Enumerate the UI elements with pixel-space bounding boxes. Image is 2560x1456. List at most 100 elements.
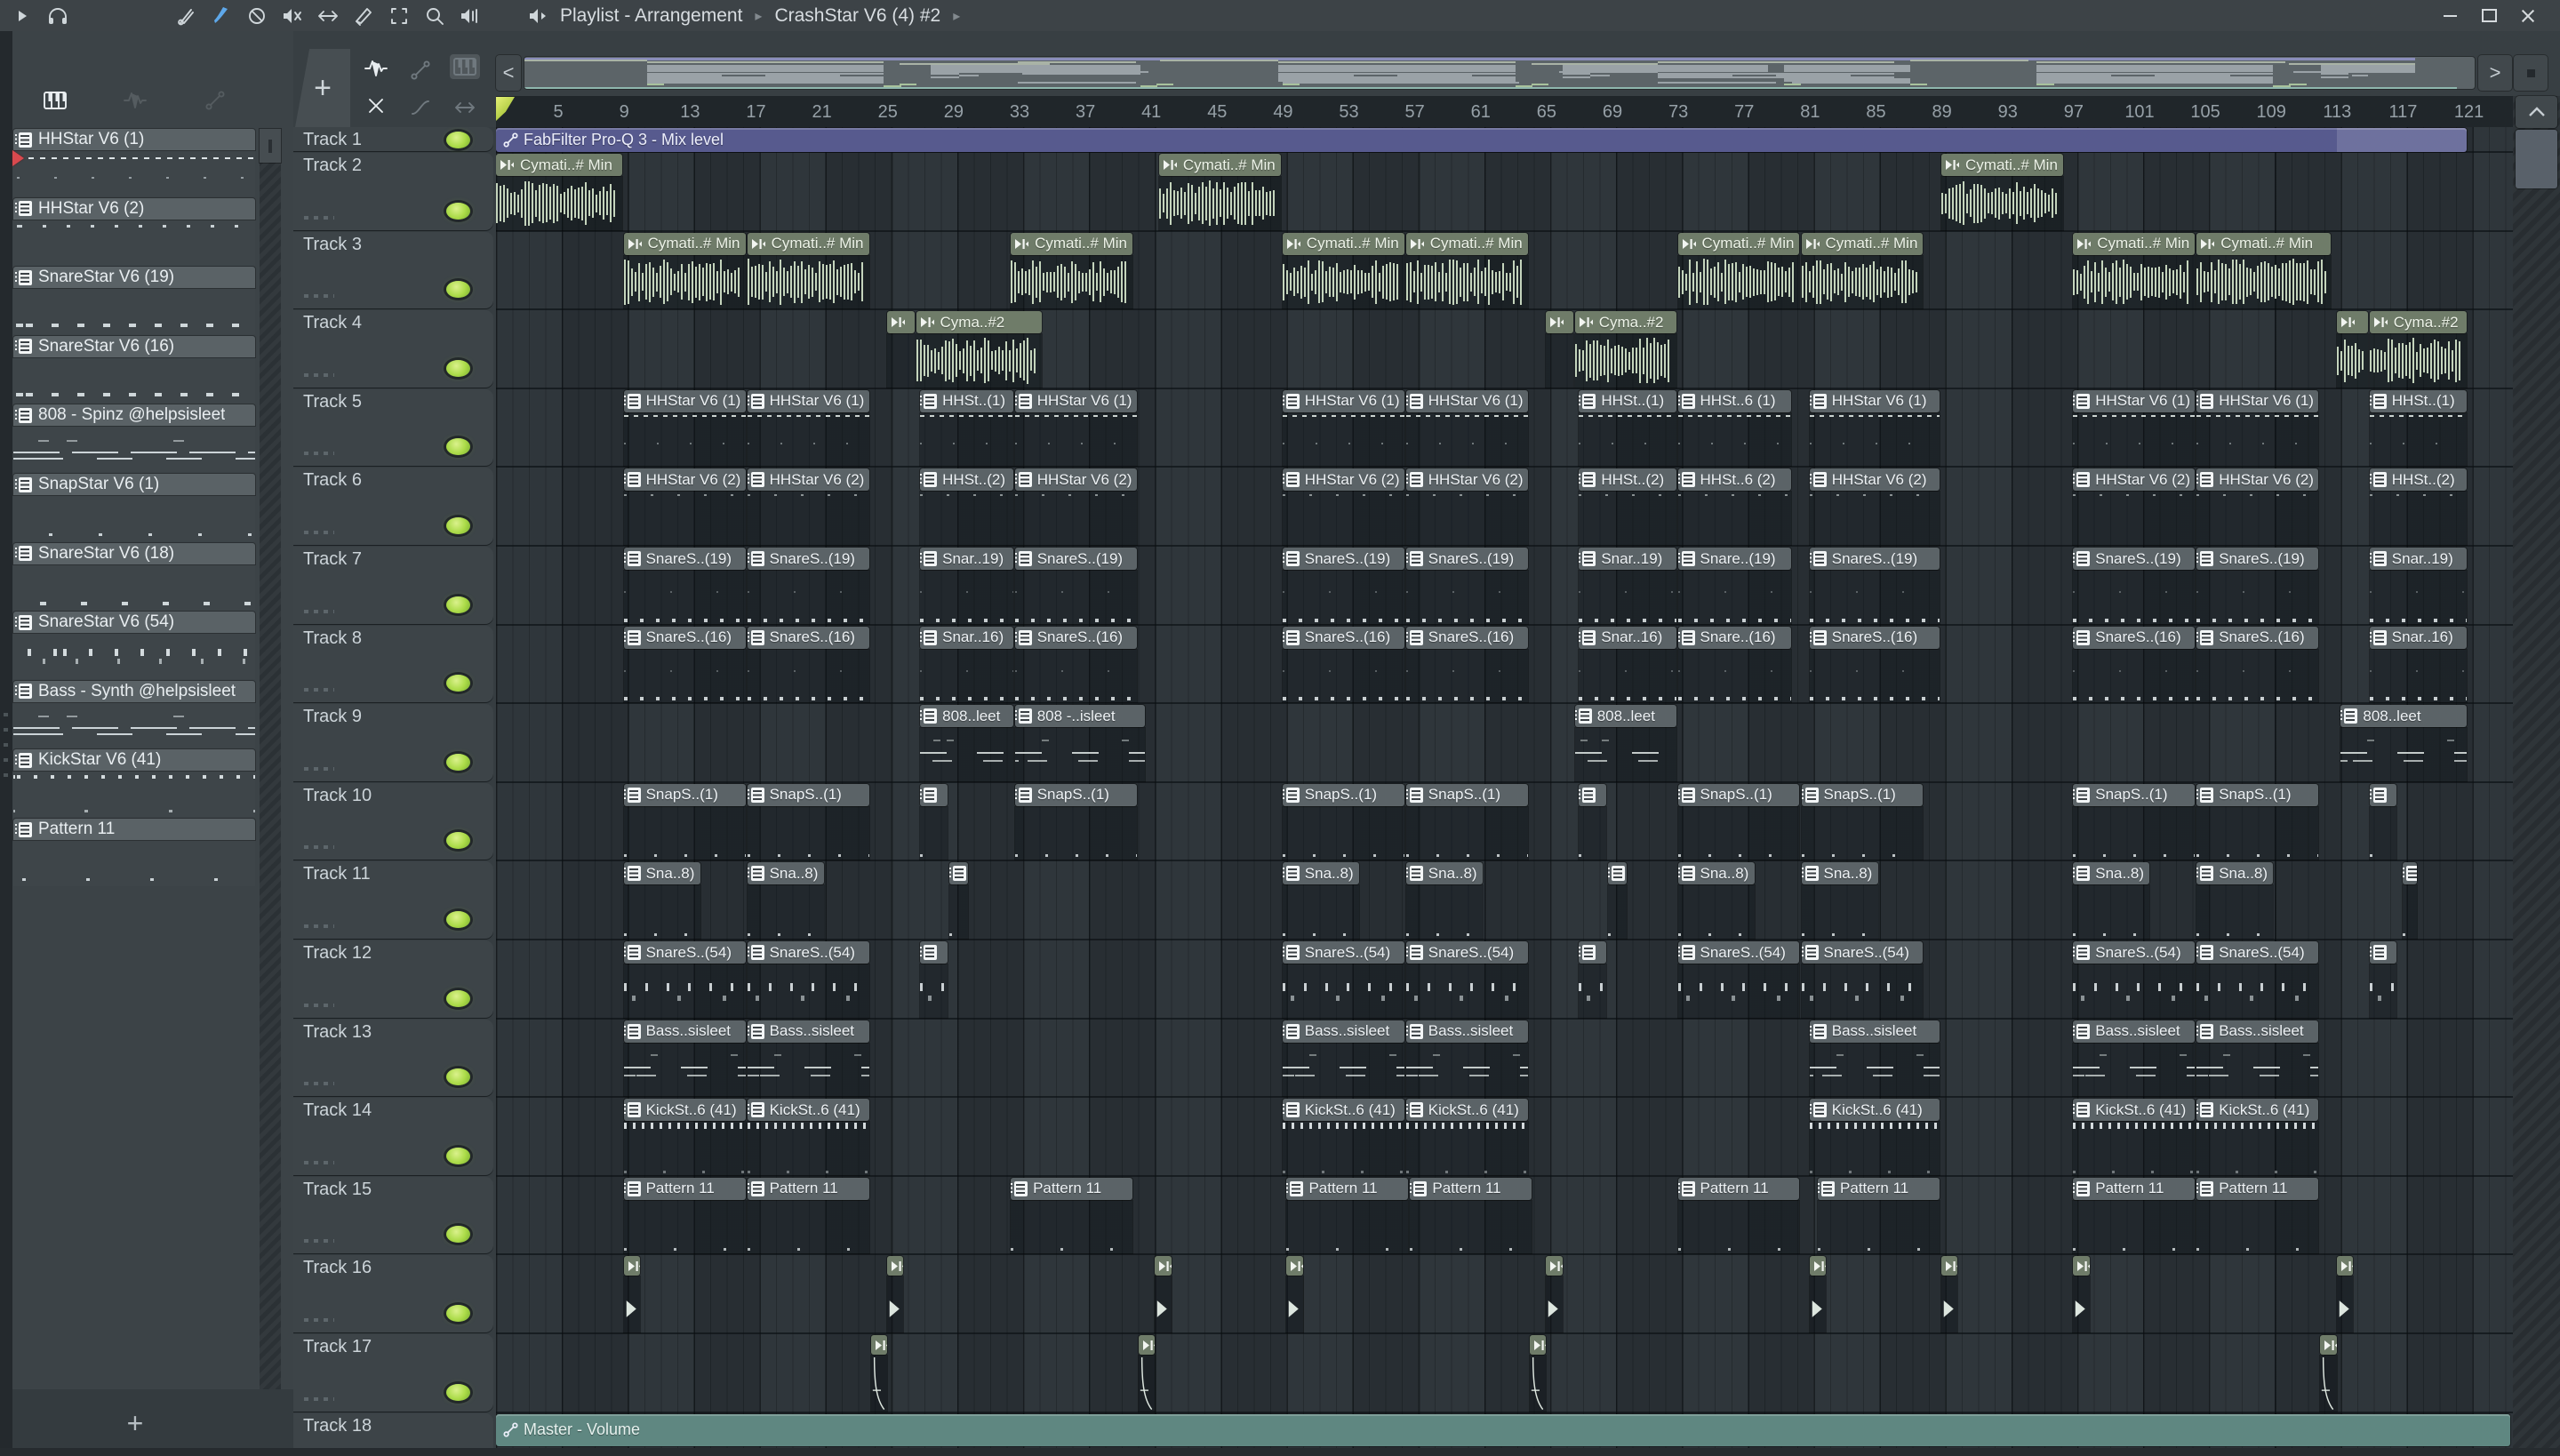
track-options-dots[interactable] (304, 766, 334, 771)
pattern-clip[interactable]: SnareS..(16) (623, 626, 746, 703)
audio-clip[interactable]: Cymati..# Min (1282, 232, 1404, 309)
pattern-clip[interactable]: Sna..8) (2073, 862, 2150, 939)
track-header[interactable]: Track 11 (293, 861, 493, 939)
mute-led[interactable] (446, 281, 470, 299)
pattern-clip[interactable]: HHStar V6 (1) (1405, 389, 1528, 467)
pattern-clip[interactable]: SnareS..(54) (1282, 941, 1404, 1018)
pattern-clip[interactable]: 808 -..isleet (1014, 705, 1145, 781)
pattern-clip[interactable]: SnareS..(19) (1282, 548, 1404, 624)
audio-clip[interactable] (1529, 1335, 1547, 1412)
track-header[interactable]: Track 14 (293, 1098, 493, 1175)
breadcrumb-project[interactable]: CrashStar V6 (4) #2 (774, 5, 940, 27)
pattern-clip[interactable]: Bass..sisleet (623, 1020, 746, 1097)
headphones-icon[interactable] (44, 4, 71, 28)
mute-led[interactable] (446, 1226, 470, 1244)
pattern-clip[interactable] (1607, 862, 1627, 939)
track-options-dots[interactable] (304, 924, 334, 928)
pattern-clip[interactable]: HHSt..(2) (920, 468, 1013, 545)
track-header[interactable]: Track 16 (293, 1255, 493, 1332)
audio-clip[interactable]: Cymati..# Min (1941, 154, 2063, 230)
track-options-dots[interactable] (304, 372, 334, 377)
automation-icon[interactable] (405, 58, 436, 83)
waveform-icon[interactable] (361, 56, 391, 81)
audio-clip[interactable]: Cymati..# Min (1158, 154, 1281, 230)
pattern-clip[interactable]: SnapS..(1) (1282, 783, 1404, 860)
pattern-item[interactable]: HHStar V6 (2) (13, 197, 255, 266)
audio-clip[interactable] (2336, 1256, 2354, 1332)
scroll-right-button[interactable]: > (2478, 55, 2512, 91)
pattern-clip[interactable]: HHSt..6 (2) (1677, 468, 1792, 545)
pattern-clip[interactable]: KickSt..6 (41) (2196, 1099, 2319, 1175)
mute-led[interactable] (446, 1383, 470, 1401)
pattern-item[interactable]: HHStar V6 (1) (12, 129, 255, 196)
track-lane[interactable] (496, 153, 2513, 232)
pattern-clip[interactable]: SnapS..(1) (1677, 783, 1800, 860)
pattern-clip[interactable]: SnareS..(19) (2073, 548, 2196, 624)
pattern-clip[interactable]: SnapS..(1) (1405, 783, 1528, 860)
add-track-button[interactable]: + (295, 49, 350, 127)
pattern-clip[interactable]: SnareS..(19) (623, 548, 746, 624)
track-header[interactable]: Track 5 (293, 388, 493, 467)
track-options-dots[interactable] (304, 1003, 334, 1007)
pattern-clip[interactable]: SnareS..(16) (1282, 626, 1404, 703)
audio-clip[interactable]: Cymati..# Min (2196, 232, 2332, 309)
scroll-reset-button[interactable] (2514, 55, 2548, 91)
pattern-clip[interactable]: HHStar V6 (1) (1282, 389, 1404, 467)
pattern-clip[interactable]: SnareS..(54) (1405, 941, 1528, 1018)
lock-icon[interactable] (244, 4, 270, 28)
pattern-clip[interactable]: Bass..sisleet (1282, 1020, 1404, 1097)
audio-clip[interactable] (2073, 1256, 2090, 1332)
pattern-clip[interactable]: Pattern 11 (1818, 1177, 1940, 1254)
pattern-clip[interactable]: SnapS..(1) (747, 783, 869, 860)
pattern-clip[interactable]: SnareS..(54) (1677, 941, 1800, 1018)
pattern-clip[interactable]: Snar..19) (920, 548, 1013, 624)
pattern-clip[interactable]: HHStar V6 (1) (1014, 389, 1137, 467)
audio-clip[interactable]: Cymati..# Min (496, 154, 622, 230)
audio-clip[interactable]: Cymati..# Min (1405, 232, 1528, 309)
pattern-clip[interactable]: KickSt..6 (41) (623, 1099, 746, 1175)
audio-clip[interactable]: Cyma..#2 (916, 311, 1043, 388)
pattern-clip[interactable]: HHStar V6 (1) (747, 389, 869, 467)
preview-icon[interactable] (457, 4, 484, 28)
pattern-item[interactable]: SnareStar V6 (18) (13, 542, 255, 611)
mute-led[interactable] (446, 1068, 470, 1086)
audio-clip[interactable] (2320, 1335, 2337, 1412)
pattern-clip[interactable]: Pattern 11 (1677, 1177, 1800, 1254)
pattern-clip[interactable]: Pattern 11 (747, 1177, 869, 1254)
pattern-clip[interactable]: Pattern 11 (2073, 1177, 2196, 1254)
playlist-minimap-scrollbar[interactable] (524, 57, 2475, 89)
mute-led[interactable] (446, 832, 470, 850)
pattern-clip[interactable]: SnapS..(1) (2196, 783, 2319, 860)
pattern-clip[interactable]: SnareS..(16) (747, 626, 869, 703)
pattern-item[interactable]: Bass - Synth @helpsisleet (13, 680, 255, 748)
breadcrumb-view[interactable]: Playlist - Arrangement (560, 5, 742, 27)
pattern-clip[interactable]: SnareS..(54) (623, 941, 746, 1018)
track-header[interactable]: Track 17 (293, 1334, 493, 1412)
track-lane[interactable] (496, 704, 2513, 783)
playhead-marker[interactable] (496, 97, 515, 121)
pattern-clip[interactable]: Bass..sisleet (747, 1020, 869, 1097)
pattern-clip[interactable]: SnareS..(16) (2073, 626, 2196, 703)
track-options-dots[interactable] (304, 1239, 334, 1244)
pattern-clip[interactable]: KickSt..6 (41) (1809, 1099, 1940, 1175)
pattern-clip[interactable]: Snar..16) (920, 626, 1013, 703)
mute-icon[interactable] (279, 4, 306, 28)
track-options-dots[interactable] (304, 1160, 334, 1164)
pattern-item[interactable]: Pattern 11 (13, 819, 255, 886)
minimize-button[interactable] (2430, 3, 2469, 29)
track-header[interactable]: Track 2 (293, 153, 493, 230)
audio-clip[interactable] (870, 1335, 887, 1412)
pattern-clip[interactable]: HHStar V6 (2) (623, 468, 746, 545)
pattern-clip[interactable]: HHStar V6 (2) (1014, 468, 1137, 545)
pattern-clip[interactable]: SnareS..(54) (2073, 941, 2196, 1018)
audio-clip[interactable]: Cymati..# Min (747, 232, 869, 309)
pattern-clip[interactable]: HHSt..(2) (1579, 468, 1676, 545)
track-options-dots[interactable] (304, 845, 334, 850)
pattern-clip[interactable]: KickSt..6 (41) (2073, 1099, 2196, 1175)
audio-clip[interactable]: Cymati..# Min (623, 232, 746, 309)
mute-led[interactable] (446, 910, 470, 928)
track-lane[interactable] (496, 1255, 2513, 1334)
pattern-clip[interactable]: Snar..16) (2369, 626, 2467, 703)
audio-clip[interactable] (1138, 1335, 1156, 1412)
pattern-clip[interactable]: Sna..8) (1282, 862, 1359, 939)
